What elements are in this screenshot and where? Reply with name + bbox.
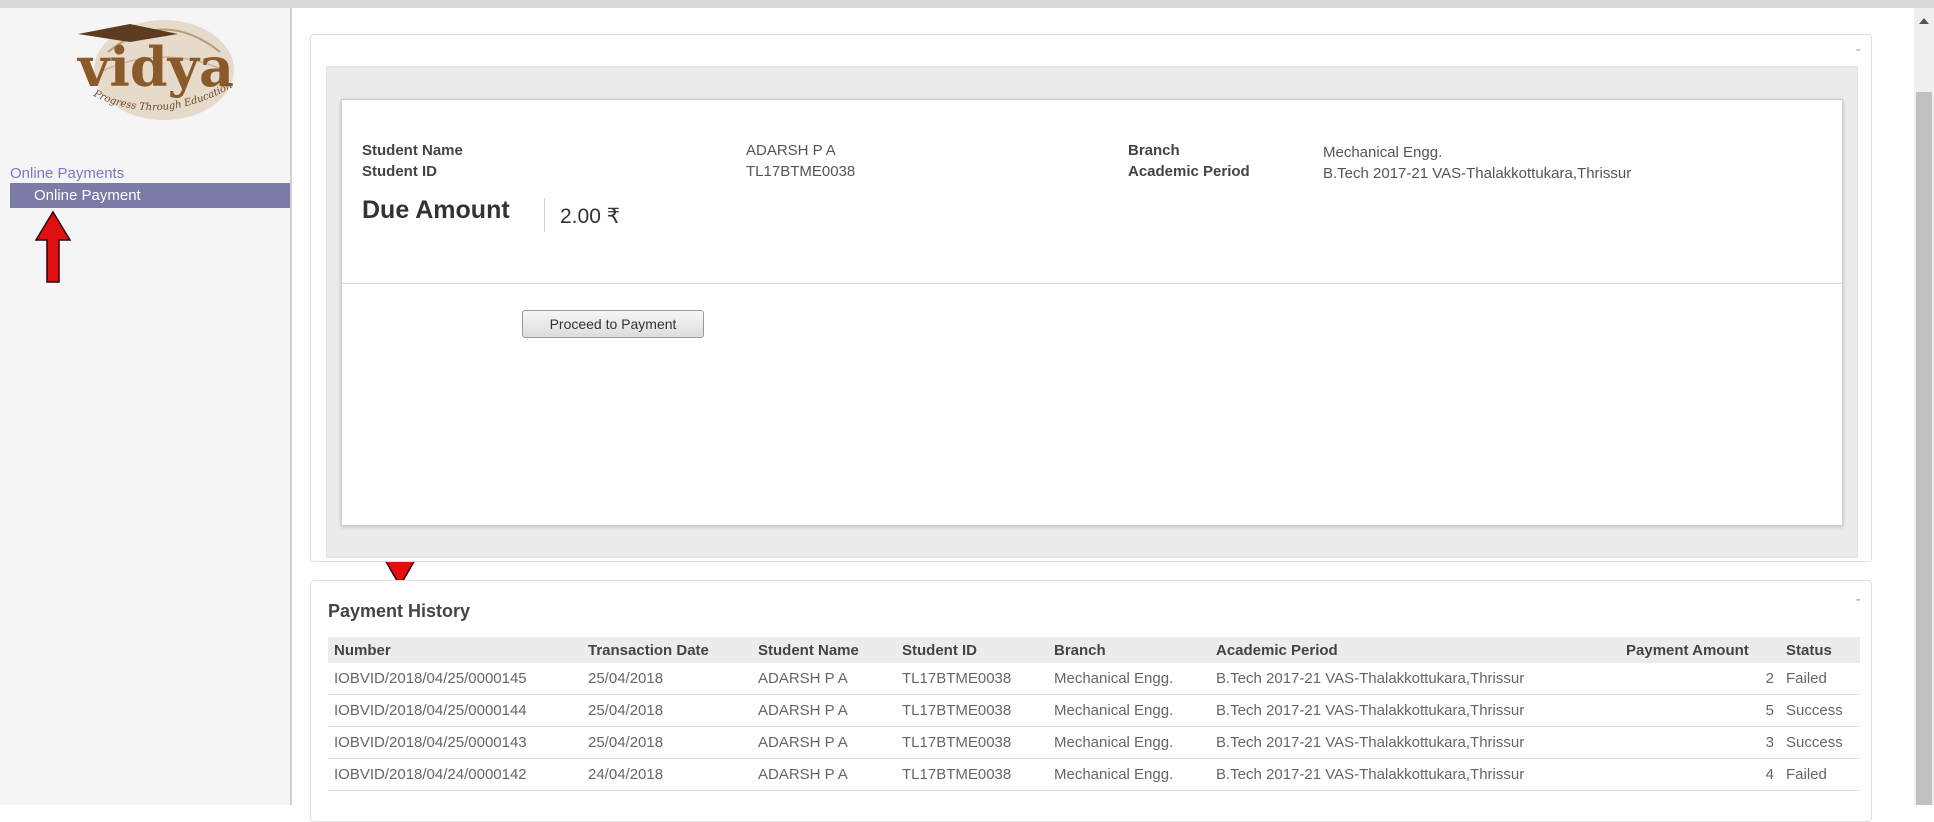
cell-academic-period: B.Tech 2017-21 VAS-Thalakkottukara,Thris…: [1210, 758, 1620, 791]
cell-academic-period: B.Tech 2017-21 VAS-Thalakkottukara,Thris…: [1210, 694, 1620, 727]
scrollbar-thumb[interactable]: [1916, 92, 1932, 805]
column-header-student-id[interactable]: Student ID: [896, 637, 1048, 663]
cell-number: IOBVID/2018/04/25/0000143: [328, 726, 582, 759]
student-due-card: Student Name Student ID ADARSH P A TL17B…: [341, 99, 1843, 526]
collapse-icon[interactable]: -: [1856, 41, 1861, 59]
column-header-payment-amount[interactable]: Payment Amount: [1620, 637, 1780, 663]
vidya-logo: vidya Progress Through Education: [38, 12, 276, 132]
table-row[interactable]: IOBVID/2018/04/25/0000144 25/04/2018 ADA…: [328, 694, 1860, 727]
label-student-id: Student ID: [362, 163, 437, 180]
column-header-branch[interactable]: Branch: [1048, 637, 1210, 663]
annotation-up-arrow: [34, 210, 72, 283]
cell-branch: Mechanical Engg.: [1048, 663, 1210, 695]
cell-student-id: TL17BTME0038: [896, 726, 1048, 759]
cell-branch: Mechanical Engg.: [1048, 694, 1210, 727]
cell-academic-period: B.Tech 2017-21 VAS-Thalakkottukara,Thris…: [1210, 726, 1620, 759]
table-header-row: Number Transaction Date Student Name Stu…: [328, 637, 1860, 663]
cell-student-name: ADARSH P A: [752, 758, 896, 791]
payment-history-title: Payment History: [328, 601, 471, 621]
collapse-icon[interactable]: -: [1856, 591, 1861, 609]
cell-payment-amount: 4: [1620, 758, 1780, 791]
scroll-up-arrow-icon[interactable]: [1919, 18, 1929, 24]
column-header-academic-period[interactable]: Academic Period: [1210, 637, 1620, 663]
payment-history-panel: - Payment History Number Transaction Dat…: [310, 580, 1872, 822]
cell-student-id: TL17BTME0038: [896, 758, 1048, 791]
cell-status: Failed: [1780, 758, 1860, 791]
label-student-name: Student Name: [362, 142, 463, 159]
cell-student-id: TL17BTME0038: [896, 694, 1048, 727]
cell-transaction-date: 25/04/2018: [582, 663, 752, 695]
payment-panel: - Student Name Student ID ADARSH P A TL1…: [310, 34, 1872, 562]
menu-section-online-payments[interactable]: Online Payments: [10, 165, 124, 182]
cell-payment-amount: 2: [1620, 663, 1780, 695]
cell-transaction-date: 25/04/2018: [582, 694, 752, 727]
column-header-status[interactable]: Status: [1780, 637, 1860, 663]
value-student-id: TL17BTME0038: [746, 163, 856, 180]
cell-student-id: TL17BTME0038: [896, 663, 1048, 695]
cell-number: IOBVID/2018/04/25/0000144: [328, 694, 582, 727]
cell-payment-amount: 5: [1620, 694, 1780, 727]
label-branch: Branch: [1128, 142, 1180, 159]
value-academic-period: B.Tech 2017-21 VAS-Thalakkottukara,Thris…: [1323, 165, 1632, 182]
cell-branch: Mechanical Engg.: [1048, 758, 1210, 791]
cell-payment-amount: 3: [1620, 726, 1780, 759]
table-row[interactable]: IOBVID/2018/04/25/0000145 25/04/2018 ADA…: [328, 663, 1860, 695]
column-header-number[interactable]: Number: [328, 637, 582, 663]
cell-status: Success: [1780, 726, 1860, 759]
sidebar-divider: [290, 8, 292, 805]
payment-panel-body: Student Name Student ID ADARSH P A TL17B…: [326, 66, 1858, 558]
value-student-name: ADARSH P A: [746, 142, 836, 159]
card-separator: [342, 283, 1842, 284]
table-row[interactable]: IOBVID/2018/04/24/0000142 24/04/2018 ADA…: [328, 758, 1860, 791]
cell-student-name: ADARSH P A: [752, 726, 896, 759]
cell-transaction-date: 25/04/2018: [582, 726, 752, 759]
cell-status: Failed: [1780, 663, 1860, 695]
cell-student-name: ADARSH P A: [752, 663, 896, 695]
value-branch: Mechanical Engg.: [1323, 144, 1443, 161]
cell-status: Success: [1780, 694, 1860, 727]
sidebar-item-online-payment[interactable]: Online Payment: [10, 183, 290, 208]
column-header-student-name[interactable]: Student Name: [752, 637, 896, 663]
cell-transaction-date: 24/04/2018: [582, 758, 752, 791]
vertical-scrollbar[interactable]: [1914, 8, 1934, 805]
value-due-amount: 2.00 ₹: [560, 205, 621, 228]
label-academic-period: Academic Period: [1128, 163, 1250, 180]
table-row[interactable]: IOBVID/2018/04/25/0000143 25/04/2018 ADA…: [328, 726, 1860, 759]
top-border: [0, 0, 1934, 8]
label-due-amount: Due Amount: [362, 196, 510, 224]
cell-academic-period: B.Tech 2017-21 VAS-Thalakkottukara,Thris…: [1210, 663, 1620, 695]
proceed-to-payment-button[interactable]: Proceed to Payment: [522, 310, 704, 338]
cell-branch: Mechanical Engg.: [1048, 726, 1210, 759]
payment-history-table: Number Transaction Date Student Name Stu…: [328, 637, 1860, 791]
cell-number: IOBVID/2018/04/24/0000142: [328, 758, 582, 791]
column-header-transaction-date[interactable]: Transaction Date: [582, 637, 752, 663]
due-divider: [544, 198, 545, 232]
cell-student-name: ADARSH P A: [752, 694, 896, 727]
cell-number: IOBVID/2018/04/25/0000145: [328, 663, 582, 695]
